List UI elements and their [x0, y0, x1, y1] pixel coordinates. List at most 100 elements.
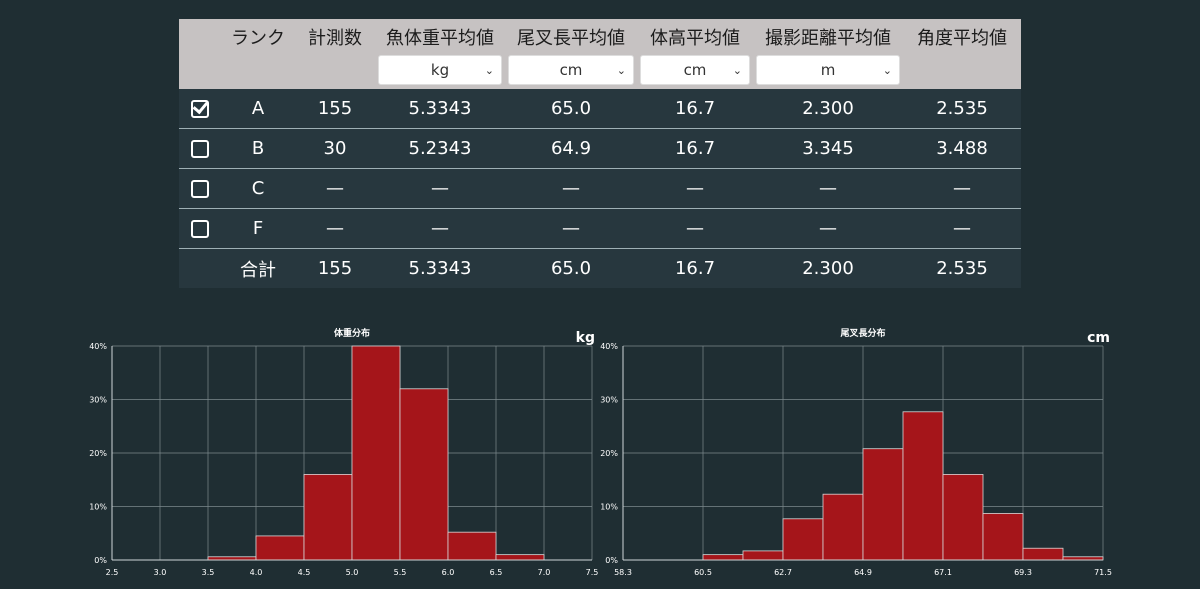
- rank-b-checkbox[interactable]: [191, 140, 209, 158]
- y-tick-label: 30%: [89, 396, 107, 405]
- histogram-bar: [982, 513, 1024, 561]
- x-tick-label: 4.5: [298, 568, 311, 577]
- y-tick-label: 10%: [600, 503, 618, 512]
- header-count: 計測数: [295, 19, 375, 55]
- header-distance-avg: 撮影距離平均値: [753, 19, 903, 55]
- fork-length-unit-select[interactable]: cm ⌄: [508, 55, 634, 85]
- chart-title: 体重分布: [334, 327, 370, 339]
- height-cell: —: [637, 168, 753, 209]
- weight-unit-select[interactable]: kg ⌄: [378, 55, 502, 85]
- distance-cell: 3.345: [753, 128, 903, 169]
- y-tick-label: 10%: [89, 503, 107, 512]
- histogram-bar: [351, 345, 401, 561]
- distance-cell: —: [753, 208, 903, 249]
- height-cell: 16.7: [637, 248, 753, 288]
- count-cell: 30: [295, 128, 375, 169]
- rank-c-checkbox[interactable]: [191, 180, 209, 198]
- chevron-down-icon: ⌄: [882, 64, 892, 77]
- distance-unit-value: m: [820, 61, 836, 79]
- angle-cell: 2.535: [903, 248, 1021, 288]
- x-tick-label: 3.5: [202, 568, 215, 577]
- header-weight-avg: 魚体重平均値: [375, 19, 505, 55]
- x-tick-label: 4.0: [250, 568, 263, 577]
- x-tick-label: 5.5: [394, 568, 407, 577]
- angle-cell: 2.535: [903, 89, 1021, 129]
- distance-unit-select[interactable]: m ⌄: [756, 55, 900, 85]
- fork-length-unit-value: cm: [559, 61, 583, 79]
- x-tick-label: 7.0: [538, 568, 551, 577]
- histogram-bar: [862, 448, 904, 561]
- x-tick-label: 64.9: [854, 568, 872, 577]
- weight-distribution-chart: 体重分布 kg 0% 10% 20% 30% 40% 2.5 3.0 3.5 4.0 4.5 5.0 5.…: [80, 325, 600, 584]
- fork-length-distribution-chart: 尾叉長分布 cm 0% 10% 20% 30% 40% 58.3 60.5 62.7 64.9 67.…: [590, 325, 1130, 584]
- angle-cell: —: [903, 208, 1021, 249]
- x-tick-label: 60.5: [694, 568, 712, 577]
- x-tick-label: 67.1: [934, 568, 952, 577]
- weight-histogram-svg: 体重分布 kg0%10%20%30%40%2.5 3.0 3.5 4.0 4.5 5.0 5.…: [89, 327, 598, 577]
- count-cell: 155: [295, 248, 375, 288]
- histogram-bar: [447, 531, 497, 561]
- x-tick-label: 2.5: [106, 568, 119, 577]
- rank-cell: A: [221, 89, 295, 129]
- chevron-down-icon: ⌄: [616, 64, 626, 77]
- rank-summary-table: ランク 計測数 魚体重平均値 尾叉長平均値 体高平均値 撮影距離平均値 角度平均…: [179, 19, 1021, 288]
- header-fork-length-avg: 尾叉長平均値: [505, 19, 637, 55]
- total-label: 合計: [221, 248, 295, 288]
- y-tick-label: 0%: [605, 556, 618, 565]
- x-tick-label: 6.5: [490, 568, 503, 577]
- height-cell: 16.7: [637, 128, 753, 169]
- x-tick-label: 5.0: [346, 568, 359, 577]
- y-tick-label: 20%: [89, 449, 107, 458]
- histogram-bar: [942, 473, 984, 561]
- chevron-down-icon: ⌄: [484, 64, 494, 77]
- rank-cell: F: [221, 208, 295, 249]
- histogram-bar: [495, 554, 545, 561]
- fork-length-cell: 64.9: [505, 128, 637, 169]
- weight-cell: 5.2343: [375, 128, 505, 169]
- chart-title: 尾叉長分布: [839, 327, 885, 339]
- rank-f-checkbox[interactable]: [191, 220, 209, 238]
- chart-unit-label: cm: [1087, 330, 1110, 346]
- weight-cell: —: [375, 208, 505, 249]
- y-tick-label: 40%: [600, 342, 618, 351]
- table-row: A 155 5.3343 65.0 16.7 2.300 2.535: [179, 89, 1021, 129]
- distance-cell: 2.300: [753, 248, 903, 288]
- table-row: F — — — — — —: [179, 208, 1021, 249]
- fork-length-cell: 65.0: [505, 89, 637, 129]
- y-tick-label: 0%: [94, 556, 107, 565]
- total-row: 合計 155 5.3343 65.0 16.7 2.300 2.535: [179, 248, 1021, 288]
- rank-cell: C: [221, 168, 295, 209]
- count-cell: —: [295, 168, 375, 209]
- distance-cell: 2.300: [753, 89, 903, 129]
- header-select: [179, 19, 221, 55]
- x-tick-label: 3.0: [154, 568, 167, 577]
- height-unit-select[interactable]: cm ⌄: [640, 55, 750, 85]
- fork-length-cell: —: [505, 208, 637, 249]
- histogram-bar: [1022, 547, 1064, 561]
- rank-a-checkbox[interactable]: [191, 100, 209, 118]
- histogram-bar: [822, 493, 864, 561]
- fork-length-cell: —: [505, 168, 637, 209]
- height-unit-value: cm: [683, 61, 707, 79]
- x-tick-label: 69.3: [1014, 568, 1032, 577]
- histogram-bar: [255, 535, 305, 561]
- x-tick-label: 58.3: [614, 568, 632, 577]
- weight-cell: —: [375, 168, 505, 209]
- y-tick-label: 20%: [600, 449, 618, 458]
- header-row: ランク 計測数 魚体重平均値 尾叉長平均値 体高平均値 撮影距離平均値 角度平均…: [179, 19, 1021, 55]
- angle-cell: 3.488: [903, 128, 1021, 169]
- height-cell: 16.7: [637, 89, 753, 129]
- header-rank: ランク: [221, 19, 295, 55]
- histogram-bar: [303, 473, 353, 561]
- weight-cell: 5.3343: [375, 89, 505, 129]
- histogram-bar: [702, 554, 744, 561]
- histogram-bar: [902, 411, 944, 561]
- x-tick-label: 62.7: [774, 568, 792, 577]
- unit-row: kg ⌄ cm ⌄ cm ⌄ m ⌄: [179, 55, 1021, 89]
- rank-cell: B: [221, 128, 295, 169]
- height-cell: —: [637, 208, 753, 249]
- fork-length-cell: 65.0: [505, 248, 637, 288]
- histogram-bar: [399, 388, 449, 561]
- histogram-bar: [782, 518, 824, 561]
- table-row: C — — — — — —: [179, 168, 1021, 209]
